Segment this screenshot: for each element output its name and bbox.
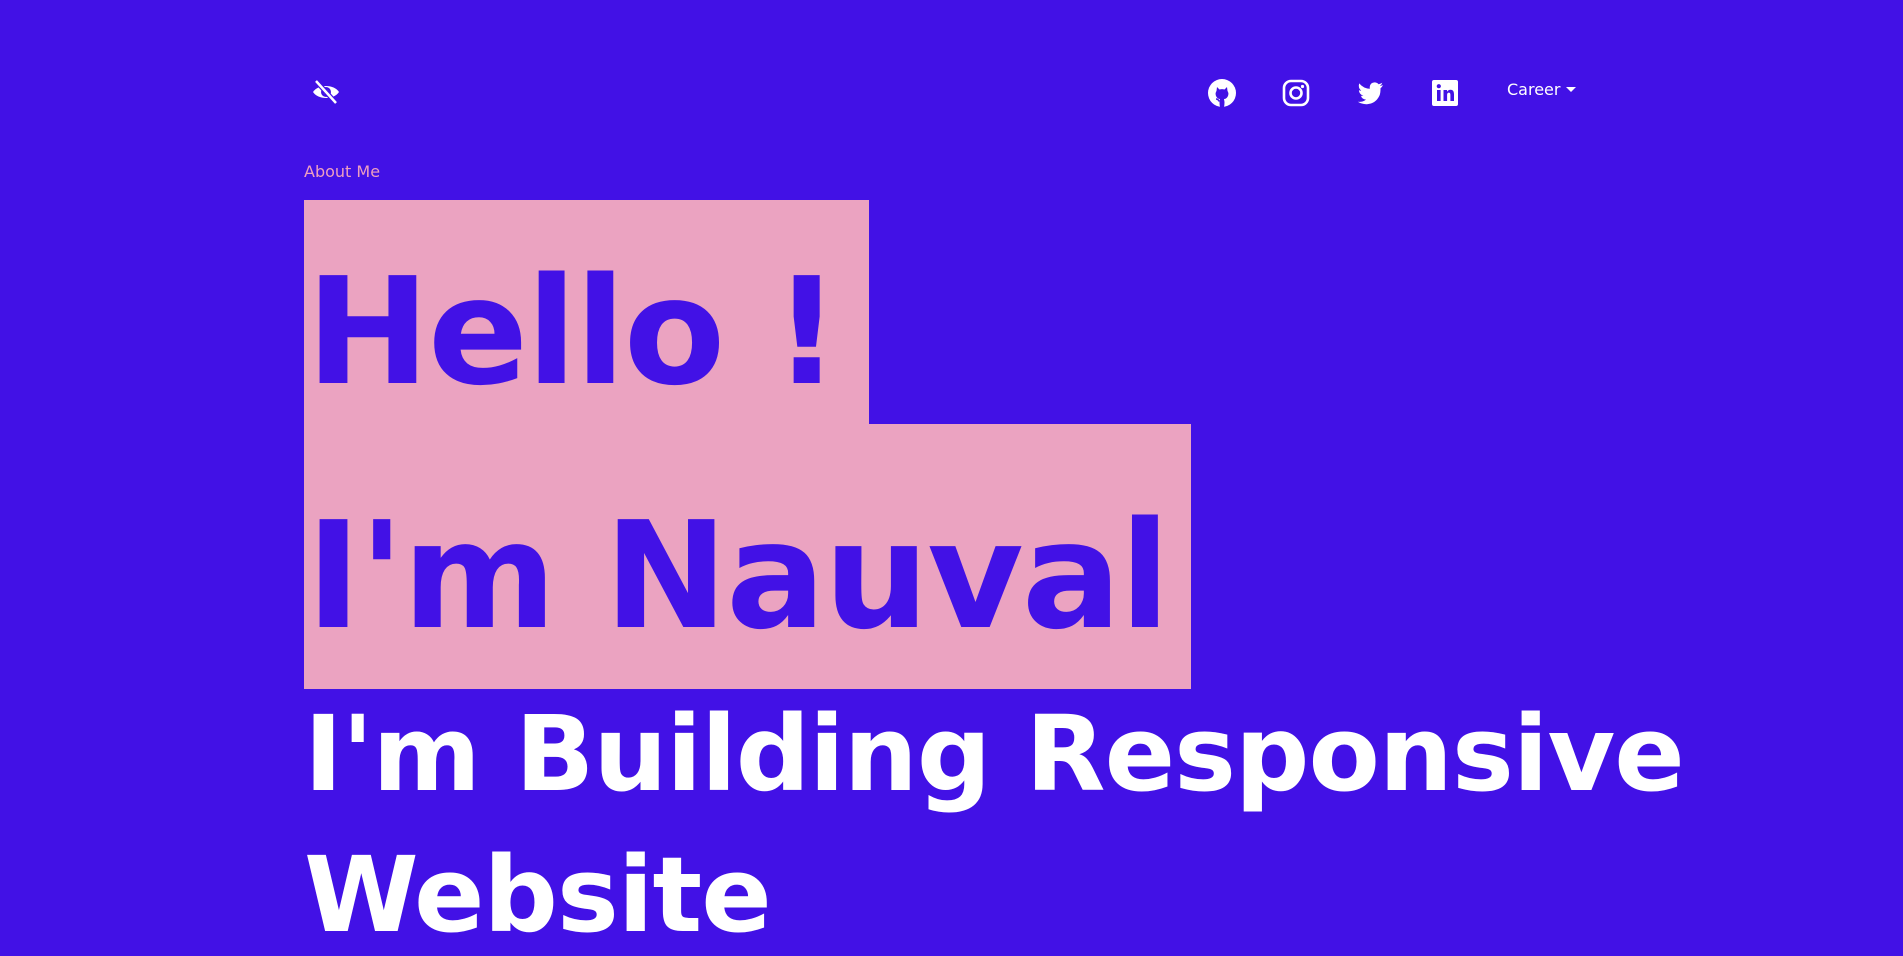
instagram-icon [1282,79,1310,107]
twitter-icon [1357,82,1383,105]
tagline-line-1: I'm Building Responsive [304,693,1685,815]
github-link[interactable] [1207,78,1237,108]
career-label: Career [1507,80,1561,99]
eye-slash-icon [313,79,339,105]
linkedin-icon [1432,80,1458,106]
greeting-line-1: Hello ! [304,200,869,425]
twitter-link[interactable] [1355,78,1385,108]
greeting-line-2: I'm Nauval [304,424,1191,689]
brand-logo[interactable] [310,76,342,108]
linkedin-link[interactable] [1430,78,1460,108]
instagram-link[interactable] [1281,78,1311,108]
navbar: Career [304,70,1577,114]
tagline-line-2: Website [304,834,772,956]
github-icon [1208,79,1236,107]
caret-down-icon [1566,87,1577,92]
section-label: About Me [304,162,381,181]
career-dropdown[interactable]: Career [1507,80,1577,99]
page-container: Career About Me Hello ! I'm Nauval I'm B… [304,0,1685,956]
